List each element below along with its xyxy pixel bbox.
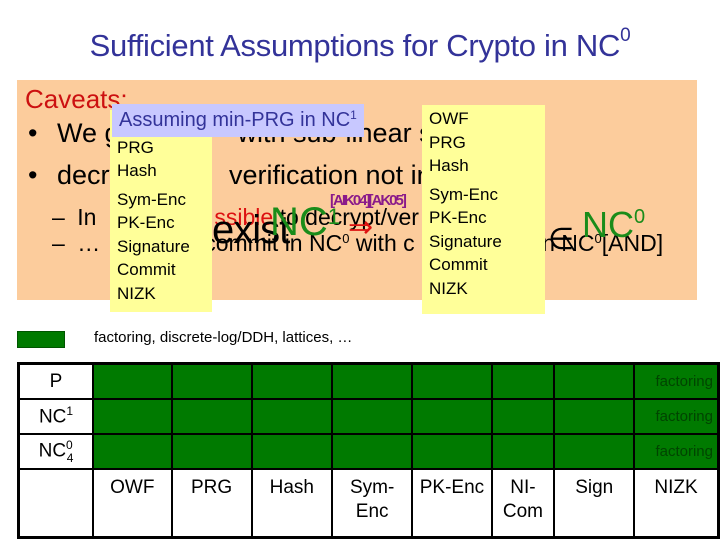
title-superscript: 0 <box>620 25 631 46</box>
column-header: OWF <box>92 468 173 539</box>
legend-label: factoring, discrete-log/DDH, lattices, … <box>94 329 353 346</box>
filled-cell <box>411 433 493 470</box>
filled-cell <box>490 398 556 435</box>
filled-cell <box>553 433 636 470</box>
filled-cell <box>170 362 253 400</box>
primitive-item: Hash <box>117 161 157 180</box>
table-row: NC04 factoring <box>17 433 720 470</box>
primitive-item: PK-Enc <box>429 208 487 227</box>
filled-cell <box>92 433 173 470</box>
filled-cell <box>250 433 333 470</box>
primitive-item: PK-Enc <box>117 213 175 232</box>
title-text: Sufficient Assumptions for Crypto in NC <box>89 28 621 63</box>
primitives-list-right: OWF PRG Hash Sym-Enc PK-Enc Signature Co… <box>422 105 545 314</box>
primitive-item: PRG <box>429 132 466 152</box>
row-label-text: P <box>49 370 63 392</box>
nc1-text: NC <box>270 200 328 244</box>
filled-cell <box>250 398 333 435</box>
sub-1-prefix: In <box>77 204 97 230</box>
row-label: NC04 <box>17 433 95 470</box>
filled-cell <box>330 433 414 470</box>
filled-cell <box>553 398 636 435</box>
filled-cell <box>490 433 556 470</box>
filled-cell <box>553 362 636 400</box>
primitive-item: Hash <box>429 156 469 175</box>
primitive-item: Commit <box>429 255 488 274</box>
filled-cell <box>330 398 414 435</box>
column-header: Sign <box>553 468 636 539</box>
primitive-item: Sym-Enc <box>429 184 498 204</box>
row-label: NC1 <box>17 398 95 435</box>
bullet-icon: • <box>28 118 38 148</box>
slide-title: Sufficient Assumptions for Crypto in NC0 <box>0 25 720 64</box>
filled-cell <box>411 362 493 400</box>
citation-label: [AIK04][AK05] <box>330 192 407 209</box>
primitive-item: Signature <box>117 236 190 256</box>
primitive-item: Commit <box>117 260 176 279</box>
filled-cell <box>92 398 173 435</box>
nc0-text: NC <box>582 204 634 245</box>
factoring-cell: factoring <box>633 398 720 435</box>
primitive-item: NIZK <box>117 283 156 303</box>
table-row: Pfactoring <box>17 362 720 400</box>
primitive-item: PRG <box>117 137 154 157</box>
column-header: PRG <box>170 468 253 539</box>
column-header: NIZK <box>633 468 720 539</box>
primitive-item: NIZK <box>429 278 468 298</box>
filled-cell <box>170 433 253 470</box>
column-header: Sym- Enc <box>330 468 414 539</box>
column-header-row: OWF PRG Hash Sym- Enc PK-Enc NI- Com Sign NIZK <box>17 468 720 539</box>
primitive-item: Signature <box>429 231 502 251</box>
primitive-item: OWF <box>429 109 469 128</box>
blank-corner-cell <box>17 468 95 539</box>
row-label-sub: 4 <box>66 450 74 465</box>
sub-2-prefix: … <box>77 230 101 256</box>
element-of-icon: ∈ <box>548 223 575 256</box>
primitive-item: Sym-Enc <box>117 189 186 209</box>
dash-icon: – <box>52 204 65 230</box>
filled-cell <box>411 398 493 435</box>
assumption-callout: Assuming min-PRG in NC1 <box>112 104 364 137</box>
nc0-sup: 0 <box>634 206 646 228</box>
bullet-icon: • <box>28 160 38 190</box>
row-label-text: NC <box>38 440 67 462</box>
row-label-sup: 1 <box>66 404 74 419</box>
row-label-text: NC <box>38 406 67 428</box>
filled-cell <box>170 398 253 435</box>
column-header: NI- Com <box>490 468 556 539</box>
filled-cell <box>490 362 556 400</box>
filled-cell <box>330 362 414 400</box>
row-label: P <box>17 362 95 400</box>
assumption-table: Pfactoring NC1 factoring NC04 factoring OWF PR… <box>17 362 720 539</box>
column-header: PK-Enc <box>411 468 493 539</box>
filled-cell <box>250 362 333 400</box>
callout-text: Assuming min-PRG in NC <box>119 109 351 131</box>
table-row: NC1 factoring <box>17 398 720 435</box>
implies-arrow-icon: ⇒ <box>348 211 374 244</box>
legend-swatch <box>17 331 65 348</box>
callout-sup: 1 <box>350 108 357 122</box>
bullet-2-tail: verification not in <box>229 160 432 190</box>
nc0-overlay: NC0 <box>582 204 645 246</box>
caveat-bullet-2: • decry verification not in <box>28 160 432 191</box>
primitives-list-left: OWF PRG Hash Sym-Enc PK-Enc Signature Co… <box>110 110 212 312</box>
dash-icon: – <box>52 230 65 256</box>
column-header: Hash <box>250 468 333 539</box>
factoring-cell: factoring <box>633 433 720 470</box>
factoring-cell: factoring <box>633 362 720 400</box>
filled-cell <box>92 362 173 400</box>
